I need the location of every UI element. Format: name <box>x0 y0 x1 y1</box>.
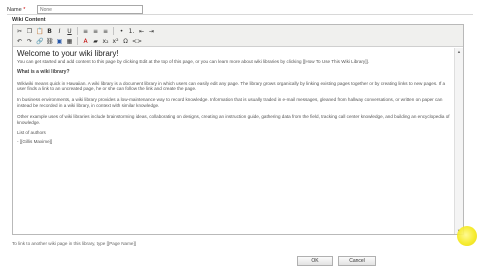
toolbar-separator <box>77 27 78 35</box>
image-icon[interactable]: ▣ <box>55 37 64 45</box>
toolbar-row-1: ✂ ❐ 📋 B I U ≡ ≡ ≡ • 1. ⇤ ⇥ <box>15 26 156 36</box>
name-label: Name * <box>7 6 26 13</box>
editor-toolbar: ✂ ❐ 📋 B I U ≡ ≡ ≡ • 1. ⇤ ⇥ ↶ ↷ 🔗 ⛓ ▣ ▦ A ▰ x₂ x² Ω <> <box>13 25 463 47</box>
outdent-icon[interactable]: ⇤ <box>137 27 146 35</box>
editor-scrollbar[interactable]: ▲ ▼ <box>454 48 463 234</box>
link-hint: To link to another wiki page in this lib… <box>12 241 137 246</box>
section-title: What is a wiki library? <box>17 68 70 75</box>
subscript-icon[interactable]: x₂ <box>101 37 110 45</box>
toolbar-separator <box>77 37 78 45</box>
table-icon[interactable]: ▦ <box>65 37 74 45</box>
special-char-icon[interactable]: Ω <box>121 37 130 45</box>
divider <box>7 14 473 15</box>
bulleted-list-icon[interactable]: • <box>117 27 126 35</box>
italic-icon[interactable]: I <box>55 27 64 35</box>
editor-content-area[interactable]: Welcome to your wiki library! You can ge… <box>14 48 454 234</box>
list-title: List of authors <box>17 130 46 136</box>
welcome-heading: Welcome to your wiki library! <box>17 49 119 58</box>
highlight-icon[interactable]: ▰ <box>91 37 100 45</box>
superscript-icon[interactable]: x² <box>111 37 120 45</box>
name-input[interactable] <box>37 5 143 14</box>
unlink-icon[interactable]: ⛓ <box>45 37 54 45</box>
wiki-content-label: Wiki Content <box>12 17 46 23</box>
align-center-icon[interactable]: ≡ <box>91 27 100 35</box>
align-right-icon[interactable]: ≡ <box>101 27 110 35</box>
rich-text-editor[interactable]: ✂ ❐ 📋 B I U ≡ ≡ ≡ • 1. ⇤ ⇥ ↶ ↷ 🔗 ⛓ ▣ ▦ A ▰ x₂ x² Ω <> Welcome t… <box>12 24 464 235</box>
intro-paragraph: You can get started and add content to t… <box>17 59 370 64</box>
underline-icon[interactable]: U <box>65 27 74 35</box>
paragraph: Other example uses of wiki libraries inc… <box>17 113 450 125</box>
font-color-icon[interactable]: A <box>81 37 90 45</box>
link-icon[interactable]: 🔗 <box>35 37 44 45</box>
cancel-button[interactable]: Cancel <box>338 256 376 266</box>
ok-button[interactable]: OK <box>297 256 333 266</box>
paragraph: In business environments, a wiki library… <box>17 97 443 108</box>
cursor-highlight-icon <box>457 226 477 246</box>
align-left-icon[interactable]: ≡ <box>81 27 90 35</box>
copy-icon[interactable]: ❐ <box>25 27 34 35</box>
list-item: - [[Gillis Maxime]] <box>17 139 53 145</box>
toolbar-separator <box>113 27 114 35</box>
undo-icon[interactable]: ↶ <box>15 37 24 45</box>
toolbar-row-2: ↶ ↷ 🔗 ⛓ ▣ ▦ A ▰ x₂ x² Ω <> <box>15 36 142 46</box>
paste-icon[interactable]: 📋 <box>35 27 44 35</box>
html-source-icon[interactable]: <> <box>131 37 142 45</box>
redo-icon[interactable]: ↷ <box>25 37 34 45</box>
bold-icon[interactable]: B <box>45 27 54 35</box>
paragraph: Wikiwiki means quick in Hawaiian. A wiki… <box>17 80 446 92</box>
cut-icon[interactable]: ✂ <box>15 27 24 35</box>
numbered-list-icon[interactable]: 1. <box>127 27 136 35</box>
required-mark: * <box>23 6 26 13</box>
indent-icon[interactable]: ⇥ <box>147 27 156 35</box>
scroll-up-icon[interactable]: ▲ <box>455 48 463 55</box>
